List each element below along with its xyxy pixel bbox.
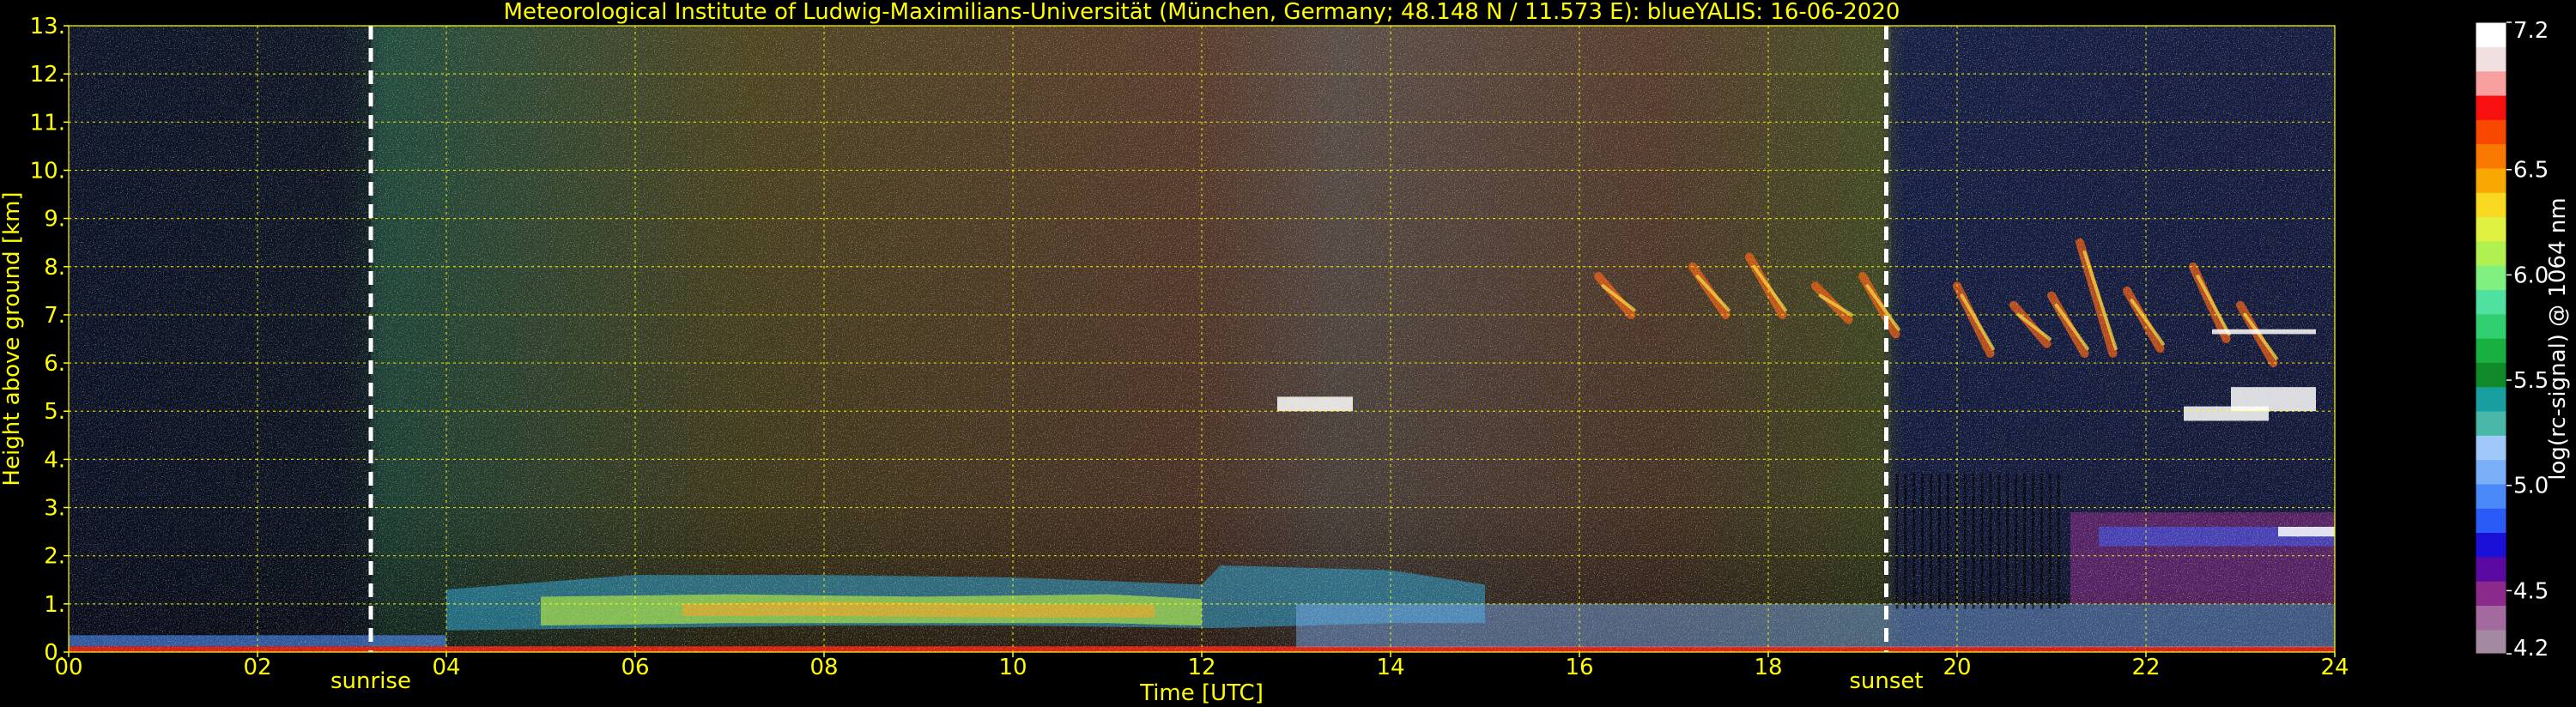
y-tick-label: 10. <box>30 158 65 184</box>
colorbar-segment <box>2476 532 2506 558</box>
x-tick-label: 16 <box>1565 655 1593 680</box>
y-tick-label: 3. <box>44 496 65 522</box>
x-tick-label: 20 <box>1943 655 1971 680</box>
colorbar-segment <box>2476 216 2506 242</box>
y-tick-label: 11. <box>30 110 65 136</box>
sunset-label: sunset <box>1849 668 1923 694</box>
colorbar-segment <box>2476 386 2506 412</box>
colorbar-segment <box>2476 94 2506 120</box>
colorbar-segment <box>2476 459 2506 485</box>
colorbar-tick-label: 4.2 <box>2513 636 2549 662</box>
y-tick-label: 5. <box>44 399 65 425</box>
colorbar-segment <box>2476 435 2506 461</box>
lidar-quicklook: Meteorological Institute of Ludwig-Maxim… <box>0 0 2571 706</box>
colorbar-segment <box>2476 629 2506 655</box>
colorbar-segment <box>2476 313 2506 339</box>
x-tick-label: 14 <box>1376 655 1404 680</box>
y-tick-label: 6. <box>44 351 65 377</box>
colorbar-segment <box>2476 289 2506 315</box>
y-tick-label: 0. <box>44 640 65 666</box>
x-tick-label: 02 <box>243 655 271 680</box>
colorbar-tick-label: 6.5 <box>2513 158 2549 184</box>
colorbar-segment <box>2476 338 2506 363</box>
colorbar-segment <box>2476 483 2506 509</box>
y-tick-label: 12. <box>30 62 65 88</box>
x-tick-label: 22 <box>2131 655 2160 680</box>
colorbar-segment <box>2476 362 2506 388</box>
colorbar-segment <box>2476 192 2506 218</box>
colorbar-segment <box>2476 167 2506 193</box>
colorbar: 7.2 6.5 6.0 5.5 5.0 4.5 4.2 log(rc-signal) @ 1… <box>2475 18 2571 662</box>
x-tick-label: 06 <box>621 655 649 680</box>
y-tick-label: 4. <box>44 447 65 473</box>
colorbar-segments <box>2476 22 2506 655</box>
colorbar-segment <box>2476 240 2506 266</box>
chart-title: Meteorological Institute of Ludwig-Maxim… <box>504 0 1900 25</box>
colorbar-tick-label: 6.0 <box>2513 263 2549 288</box>
colorbar-segment <box>2476 556 2506 582</box>
y-tick-label: 9. <box>44 207 65 233</box>
sunrise-label: sunrise <box>330 668 411 694</box>
x-tick-label: 10 <box>998 655 1027 680</box>
y-tick-label: 2. <box>44 544 65 570</box>
y-tick-label: 7. <box>44 303 65 329</box>
x-tick-label: 04 <box>432 655 460 680</box>
colorbar-segment <box>2476 605 2506 631</box>
colorbar-segment <box>2476 119 2506 145</box>
colorbar-segment <box>2476 70 2506 96</box>
x-tick-label: 12 <box>1187 655 1215 680</box>
sun-marker-labels: sunrise sunset <box>330 668 1924 694</box>
colorbar-segment <box>2476 265 2506 290</box>
colorbar-ticks: 7.2 6.5 6.0 5.5 5.0 4.5 4.2 <box>2506 18 2549 662</box>
plot-area <box>69 26 2335 652</box>
colorbar-segment <box>2476 508 2506 534</box>
colorbar-segment <box>2476 410 2506 436</box>
colorbar-tick-label: 5.5 <box>2513 368 2549 394</box>
y-tick-label: 1. <box>44 592 65 618</box>
colorbar-label: log(rc-signal) @ 1064 nm <box>2545 197 2571 480</box>
colorbar-tick-label: 4.5 <box>2513 578 2549 604</box>
x-tick-label: 18 <box>1754 655 1782 680</box>
x-tick-label: 24 <box>2320 655 2349 680</box>
colorbar-tick-label: 7.2 <box>2513 18 2549 44</box>
colorbar-segment <box>2476 46 2506 72</box>
y-tick-label: 8. <box>44 255 65 281</box>
x-tick-label: 08 <box>809 655 838 680</box>
y-tick-label: 13. <box>30 14 65 39</box>
colorbar-segment <box>2476 22 2506 47</box>
colorbar-tick-label: 5.0 <box>2513 474 2549 499</box>
colorbar-segment <box>2476 143 2506 169</box>
colorbar-segment <box>2476 581 2506 606</box>
y-axis: 0. 1. 2. 3. 4. 5. 6. 7. 8. 9. 10. 11. 12. 13. <box>30 14 69 666</box>
x-axis-label: Time [UTC] <box>1139 680 1264 706</box>
y-axis-label: Height above ground [km] <box>0 191 25 486</box>
